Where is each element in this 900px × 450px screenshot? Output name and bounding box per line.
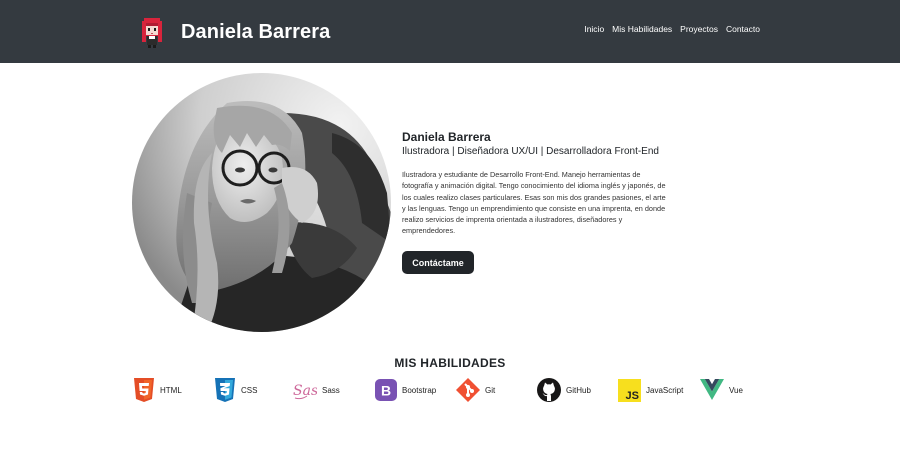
skill-item-vue: Vue	[700, 377, 743, 403]
skill-label-javascript: JavaScript	[646, 385, 684, 395]
skill-label-sass: Sass	[322, 385, 340, 395]
contact-button[interactable]: Contáctame	[402, 251, 474, 274]
skill-item-sass: Sass Sass	[293, 377, 340, 403]
nav-menu: Inicio Mis Habilidades Proyectos Contact…	[584, 24, 760, 34]
css3-icon	[215, 378, 235, 402]
nav-link-mis-habilidades[interactable]: Mis Habilidades	[612, 24, 672, 34]
profile-role: Ilustradora | Diseñadora UX/UI | Desarro…	[402, 146, 659, 157]
skill-label-git: Git	[485, 385, 496, 395]
html5-icon	[134, 378, 154, 402]
skill-label-css: CSS	[241, 385, 258, 395]
svg-text:B: B	[381, 383, 391, 399]
skill-label-github: GitHub	[566, 385, 591, 395]
svg-text:Sass: Sass	[293, 383, 317, 399]
profile-section: Daniela Barrera Ilustradora | Diseñadora…	[402, 130, 667, 274]
skill-label-vue: Vue	[729, 385, 743, 395]
brand-name: Daniela Barrera	[181, 20, 331, 43]
nav-link-contacto[interactable]: Contacto	[726, 24, 760, 34]
skill-item-git: Git	[456, 377, 495, 403]
nav-link-proyectos[interactable]: Proyectos	[680, 24, 718, 34]
github-icon	[537, 378, 561, 402]
nav-link-inicio[interactable]: Inicio	[584, 24, 604, 34]
skill-item-javascript: JS JavaScript	[618, 377, 683, 403]
skill-item-bootstrap: B Bootstrap	[375, 377, 436, 403]
javascript-icon: JS	[618, 378, 641, 402]
brand[interactable]: Daniela Barrera	[138, 14, 330, 50]
sass-icon: Sass	[293, 383, 317, 400]
svg-text:JS: JS	[626, 390, 639, 402]
vue-icon	[700, 379, 724, 400]
skill-label-html: HTML	[160, 385, 182, 395]
skill-item-github: GitHub	[537, 377, 591, 403]
avatar-logo-icon	[142, 18, 162, 48]
profile-name: Daniela Barrera	[402, 130, 491, 144]
skill-item-css: CSS	[214, 377, 257, 403]
skills-title: MIS HABILIDADES	[394, 356, 506, 370]
skill-label-bootstrap: Bootstrap	[402, 385, 437, 395]
skill-item-html: HTML	[133, 377, 182, 403]
git-icon	[456, 378, 480, 402]
profile-photo	[132, 73, 391, 332]
profile-bio: Ilustradora y estudiante de Desarrollo F…	[402, 170, 666, 236]
navbar: Daniela Barrera Inicio Mis Habilidades P…	[0, 0, 900, 63]
bootstrap-icon: B	[375, 379, 397, 401]
